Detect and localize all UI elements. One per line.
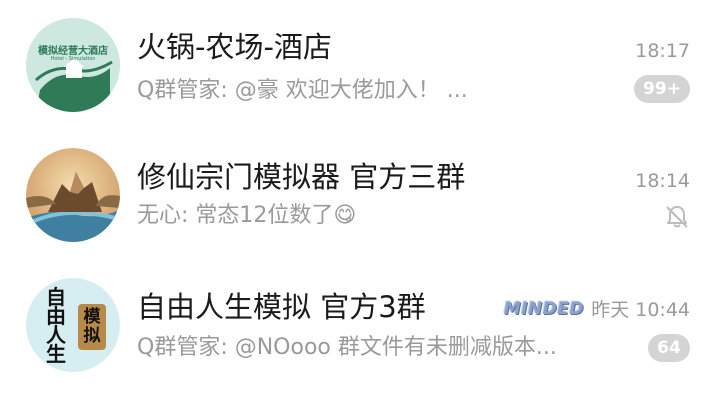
group-tag-minded: MINDED xyxy=(503,299,584,319)
chat-item-hotpot-farm-hotel[interactable]: 模拟经营大酒店 Hotel - Simulation 火锅-农场-酒店 18:1… xyxy=(0,0,720,134)
unread-badge: 64 xyxy=(648,334,690,362)
chat-preview: 无心: 常态12位数了😋 xyxy=(137,203,357,228)
avatar-text-left: 自由人生 xyxy=(46,285,66,366)
avatar-title-text: 模拟经营大酒店 xyxy=(38,46,108,57)
chat-title: 修仙宗门模拟器 官方三群 xyxy=(137,160,466,194)
avatar-text-right: 模拟 xyxy=(78,304,106,350)
chat-time: 18:14 xyxy=(635,170,690,192)
chat-item-xianxia-sect-simulator[interactable]: 修仙宗门模拟器 官方三群 18:14 无心: 常态12位数了😋 xyxy=(0,134,720,268)
bell-muted-icon xyxy=(666,206,688,228)
chat-item-free-life-simulator[interactable]: 自由人生 模拟 自由人生模拟 官方3群 MINDED 昨天 10:44 Q群管家… xyxy=(0,268,720,402)
chat-title: 自由人生模拟 官方3群 xyxy=(137,290,426,324)
group-avatar-hotel-simulation: 模拟经营大酒店 Hotel - Simulation xyxy=(26,18,120,112)
unread-badge: 99+ xyxy=(634,75,690,103)
chat-preview: Q群管家: @NOooo 群文件有未删减版本... xyxy=(137,335,557,360)
mountain-landscape-icon xyxy=(26,148,120,242)
hotel-logo-icon xyxy=(26,18,120,112)
group-avatar-free-life: 自由人生 模拟 xyxy=(26,278,120,372)
avatar-subtitle-text: Hotel - Simulation xyxy=(50,56,96,62)
chat-preview: Q群管家: @豪 欢迎大佬加入！ ... xyxy=(137,78,468,103)
group-avatar-mountain xyxy=(26,148,120,242)
chat-time: 18:17 xyxy=(635,40,690,62)
chat-time: 昨天 10:44 xyxy=(591,299,690,321)
chat-title: 火锅-农场-酒店 xyxy=(137,30,332,64)
